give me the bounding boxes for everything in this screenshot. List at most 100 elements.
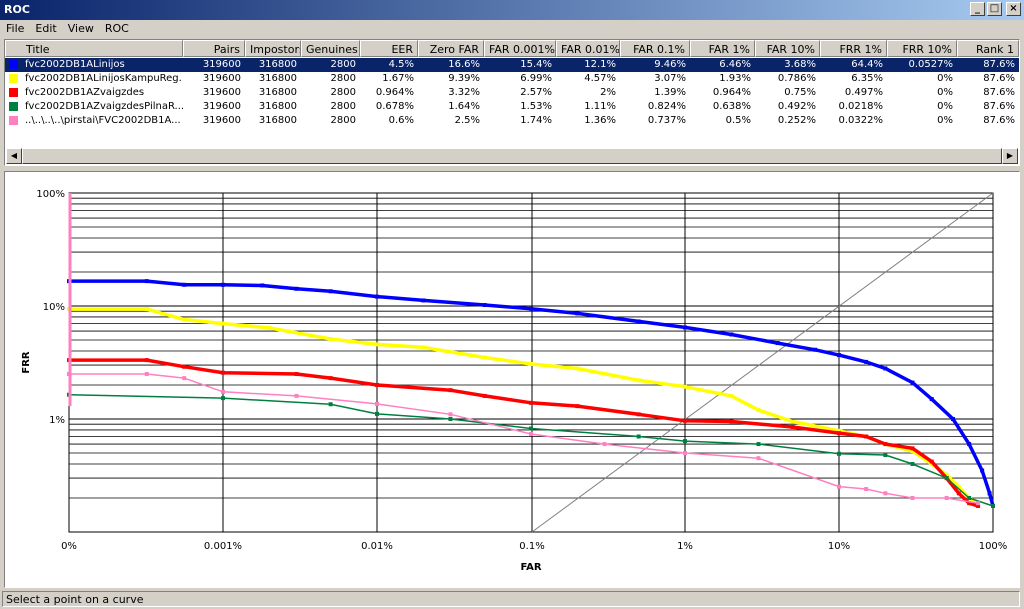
scroll-left-button[interactable]: ◀: [6, 148, 22, 164]
table-cell: 3.68%: [784, 59, 816, 70]
maximize-button[interactable]: □: [987, 2, 1002, 16]
y-tick-label: 10%: [43, 302, 65, 313]
table-cell: 87.6%: [983, 73, 1015, 84]
column-header[interactable]: FRR 1%: [820, 40, 887, 57]
data-point: [910, 461, 915, 466]
scroll-right-button[interactable]: ▶: [1002, 148, 1018, 164]
table-cell: ..\..\..\..\pirstai\FVC2002DB1A...: [25, 115, 181, 126]
data-point: [813, 347, 818, 352]
x-tick-label: 0.1%: [519, 541, 544, 552]
column-header[interactable]: FAR 0.01%: [556, 40, 620, 57]
data-point: [529, 361, 533, 366]
table-cell: 319600: [202, 101, 241, 112]
table-cell: 0.75%: [784, 87, 816, 98]
data-point: [636, 412, 641, 417]
data-point: [991, 503, 995, 508]
x-tick-label: 10%: [828, 541, 850, 552]
table-cell: 319600: [202, 115, 241, 126]
data-point: [221, 396, 225, 401]
table-cell: 1.74%: [520, 115, 552, 126]
column-header[interactable]: Title: [5, 40, 183, 57]
data-point: [790, 424, 795, 429]
table-cell: 0.497%: [844, 87, 883, 98]
table-row[interactable]: fvc2002DB1ALinijos 319600 316800 2800 4.5% 16…: [5, 58, 1019, 72]
scroll-thumb[interactable]: [22, 148, 1002, 164]
data-point: [260, 283, 265, 288]
column-header[interactable]: EER: [360, 40, 418, 57]
column-header[interactable]: FAR 0.001%: [484, 40, 556, 57]
column-header[interactable]: FAR 1%: [690, 40, 755, 57]
table-cell: 1.67%: [382, 73, 414, 84]
data-point: [976, 501, 981, 506]
data-point: [883, 442, 888, 447]
table-cell: 0.5%: [725, 115, 751, 126]
table-cell: 0.492%: [777, 101, 816, 112]
table-cell: 0.0322%: [838, 115, 884, 126]
data-point: [529, 426, 533, 431]
data-point: [837, 353, 841, 358]
column-header[interactable]: FRR 10%: [887, 40, 957, 57]
data-point: [144, 307, 149, 312]
minimize-button[interactable]: _: [970, 2, 985, 16]
horizontal-scrollbar[interactable]: ◀ ▶: [6, 148, 1018, 164]
data-point: [328, 337, 333, 342]
table-cell: 2800: [330, 73, 356, 84]
table-cell: 0.0218%: [838, 101, 884, 112]
data-point: [729, 393, 734, 398]
data-point: [482, 355, 487, 360]
data-point: [294, 372, 299, 377]
table-row[interactable]: ..\..\..\..\pirstai\FVC2002DB1A... 319600…: [5, 114, 1019, 128]
results-list[interactable]: Title Pairs Impostors Genuines EER Zero FAR FA…: [4, 39, 1020, 166]
data-point: [910, 495, 915, 500]
roc-chart[interactable]: 0% 0.001% 0.01% 0.1% 1% 10% 100% 100% 10% 1% FAR FR…: [5, 172, 1019, 587]
column-header[interactable]: Zero FAR: [418, 40, 484, 57]
table-cell: 1.93%: [719, 73, 751, 84]
table-cell: 3.07%: [654, 73, 686, 84]
menu-view[interactable]: View: [62, 20, 99, 38]
data-point: [987, 491, 992, 496]
table-cell: 2800: [330, 59, 356, 70]
data-point: [294, 393, 299, 398]
data-point: [421, 298, 426, 303]
menu-file[interactable]: File: [0, 20, 29, 38]
table-row[interactable]: fvc2002DB1AZvaigzdesPilnaR... 319600 31680…: [5, 100, 1019, 114]
window-titlebar: ROC _ □ ×: [0, 0, 1024, 20]
data-point: [482, 303, 487, 308]
table-cell: 319600: [202, 87, 241, 98]
table-cell: 1.64%: [448, 101, 480, 112]
data-point: [837, 431, 841, 436]
menu-roc[interactable]: ROC: [99, 20, 134, 38]
x-tick-label: 0.01%: [361, 541, 393, 552]
column-header[interactable]: Pairs: [183, 40, 245, 57]
table-cell: 4.57%: [584, 73, 616, 84]
x-tick-label: 0.001%: [204, 541, 242, 552]
data-point: [421, 345, 426, 350]
column-header[interactable]: FAR 0.1%: [620, 40, 690, 57]
table-cell: 0.6%: [388, 115, 414, 126]
data-point: [883, 366, 888, 371]
data-point: [683, 451, 687, 456]
data-point: [221, 370, 225, 375]
roc-chart-panel[interactable]: 0% 0.001% 0.01% 0.1% 1% 10% 100% 100% 10% 1% FAR FR…: [4, 171, 1020, 588]
column-header[interactable]: Rank 1: [957, 40, 1019, 57]
data-point: [775, 341, 780, 346]
table-row[interactable]: fvc2002DB1AZvaigzdes 319600 316800 2800 0.96…: [5, 86, 1019, 100]
table-cell: 2800: [330, 115, 356, 126]
column-header[interactable]: FAR 10%: [755, 40, 820, 57]
column-header[interactable]: Genuines: [301, 40, 360, 57]
series-color-swatch: [9, 116, 18, 125]
table-cell: 316800: [258, 101, 297, 112]
close-button[interactable]: ×: [1006, 2, 1021, 16]
table-cell: 15.4%: [520, 59, 552, 70]
table-cell: 0%: [937, 101, 953, 112]
data-point: [375, 401, 379, 406]
column-header[interactable]: Impostors: [245, 40, 301, 57]
data-point: [980, 468, 985, 473]
menu-edit[interactable]: Edit: [29, 20, 61, 38]
data-point: [529, 306, 533, 311]
table-cell: 87.6%: [983, 87, 1015, 98]
table-row[interactable]: fvc2002DB1ALinijosKampuReg... 319600 31680…: [5, 72, 1019, 86]
data-point: [944, 476, 949, 481]
table-cell: 316800: [258, 73, 297, 84]
data-point: [683, 325, 687, 330]
